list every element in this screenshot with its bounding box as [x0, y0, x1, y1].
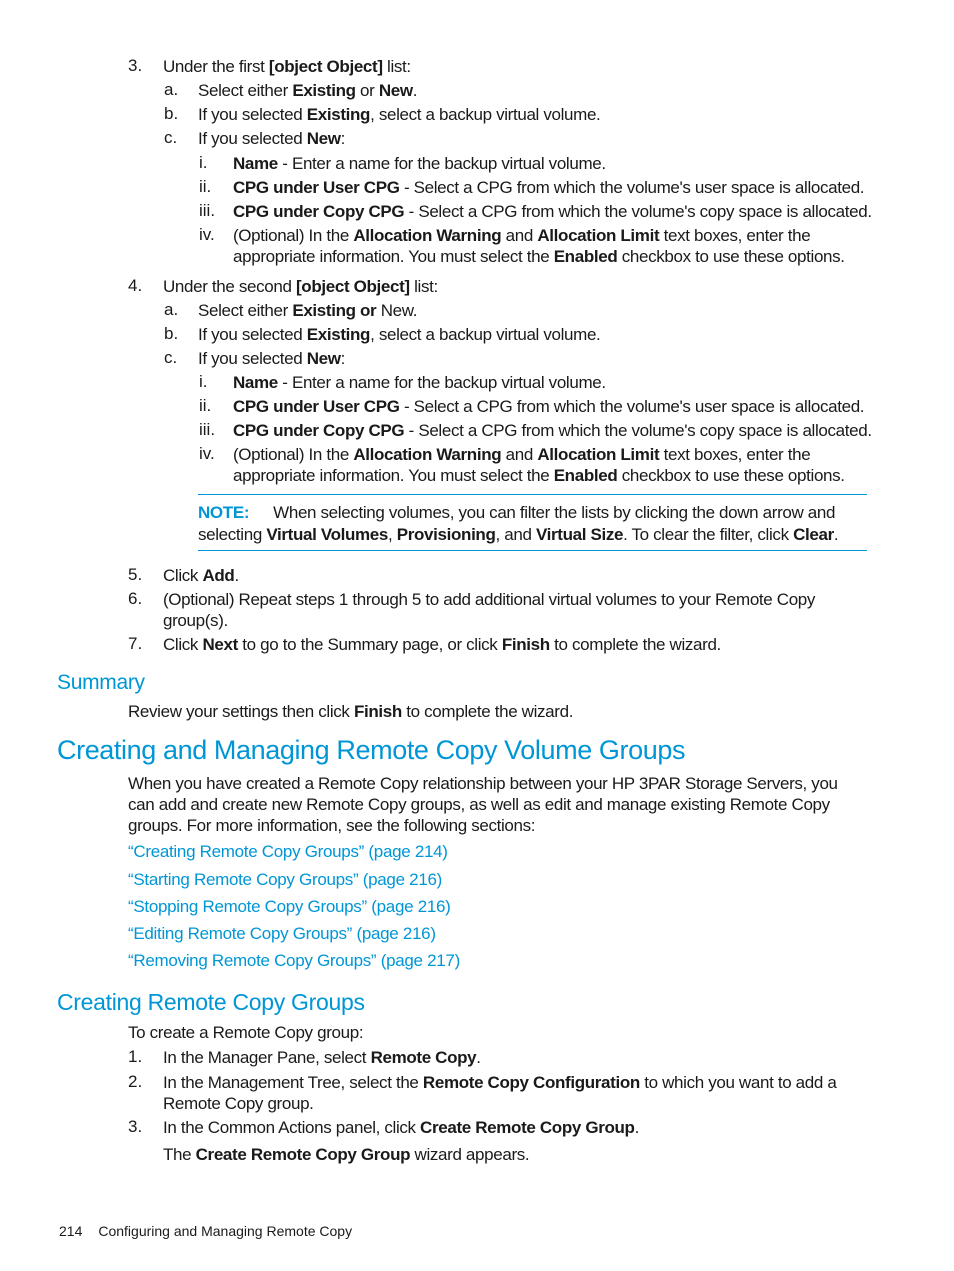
substep-roman: ii. [199, 396, 212, 415]
step-number: 5. [128, 565, 143, 584]
document-page: 3. Under the first [object Object] list:… [0, 0, 954, 1271]
link-stopping-remote-copy-groups[interactable]: “Stopping Remote Copy Groups” (page 216) [128, 897, 451, 917]
step-number: 2. [128, 1072, 143, 1091]
step-4ci-text: Name - Enter a name for the backup virtu… [233, 373, 606, 392]
create-step-2-text: In the Management Tree, select the Remot… [163, 1073, 837, 1092]
create-step-3-result: The Create Remote Copy Group wizard appe… [163, 1145, 530, 1164]
step-number: 4. [128, 276, 143, 295]
step-3-text: Under the first [object Object] list: [163, 57, 411, 76]
step-4civ-text: (Optional) In the Allocation Warning and… [233, 445, 811, 464]
step-4b-text: If you selected Existing, select a backu… [198, 325, 601, 344]
substep-roman: ii. [199, 177, 212, 196]
substep-letter: c. [164, 128, 178, 147]
step-3ci-text: Name - Enter a name for the backup virtu… [233, 154, 606, 173]
substep-roman: iv. [199, 225, 215, 244]
substep-roman: iii. [199, 420, 216, 439]
page-number: 214 [59, 1223, 83, 1239]
step-5-text: Click Add. [163, 566, 239, 585]
section-paragraph-line: groups. For more information, see the fo… [128, 816, 536, 835]
section-heading: Creating and Managing Remote Copy Volume… [57, 735, 686, 765]
substep-roman: iv. [199, 444, 215, 463]
step-number: 3. [128, 56, 143, 75]
note-line-2: selecting Virtual Volumes, Provisioning,… [198, 525, 839, 544]
create-step-3-text: In the Common Actions panel, click Creat… [163, 1118, 639, 1137]
subsection-intro: To create a Remote Copy group: [128, 1023, 364, 1042]
step-4a-text: Select either Existing or New. [198, 301, 418, 320]
step-3c-text: If you selected New: [198, 129, 346, 148]
link-removing-remote-copy-groups[interactable]: “Removing Remote Copy Groups” (page 217) [128, 951, 460, 971]
note-line-1: NOTE: When selecting volumes, you can fil… [198, 503, 836, 522]
substep-letter: a. [164, 300, 179, 319]
note-box: NOTE: When selecting volumes, you can fil… [198, 494, 867, 551]
link-starting-remote-copy-groups[interactable]: “Starting Remote Copy Groups” (page 216) [128, 870, 442, 890]
step-3a-text: Select either Existing or New. [198, 81, 418, 100]
substep-roman: i. [199, 153, 208, 172]
step-6-text-cont: group(s). [163, 611, 228, 630]
create-step-1-text: In the Manager Pane, select Remote Copy. [163, 1048, 481, 1067]
substep-letter: a. [164, 80, 179, 99]
substep-roman: iii. [199, 201, 216, 220]
summary-heading: Summary [57, 671, 145, 694]
step-4cii-text: CPG under User CPG - Select a CPG from w… [233, 397, 865, 416]
step-7-text: Click Next to go to the Summary page, or… [163, 635, 721, 654]
subsection-heading: Creating Remote Copy Groups [57, 989, 365, 1015]
link-editing-remote-copy-groups[interactable]: “Editing Remote Copy Groups” (page 216) [128, 924, 436, 944]
step-3ciii-text: CPG under Copy CPG - Select a CPG from w… [233, 202, 872, 221]
create-step-2-text-cont: Remote Copy group. [163, 1094, 314, 1113]
link-creating-remote-copy-groups[interactable]: “Creating Remote Copy Groups” (page 214) [128, 842, 448, 862]
step-4-text: Under the second [object Object] list: [163, 277, 438, 296]
substep-letter: b. [164, 104, 179, 123]
step-3b-text: If you selected Existing, select a backu… [198, 105, 601, 124]
step-3cii-text: CPG under User CPG - Select a CPG from w… [233, 178, 865, 197]
step-4c-text: If you selected New: [198, 349, 346, 368]
step-number: 1. [128, 1047, 143, 1066]
step-number: 6. [128, 589, 143, 608]
step-4civ-text-cont: appropriate information. You must select… [233, 466, 845, 485]
step-6-text: (Optional) Repeat steps 1 through 5 to a… [163, 590, 816, 609]
step-3civ-text: (Optional) In the Allocation Warning and… [233, 226, 811, 245]
substep-letter: c. [164, 348, 178, 367]
step-4ciii-text: CPG under Copy CPG - Select a CPG from w… [233, 421, 872, 440]
note-label: NOTE: [198, 503, 250, 522]
step-3civ-text-cont: appropriate information. You must select… [233, 247, 845, 266]
step-number: 7. [128, 634, 143, 653]
section-paragraph-line: When you have created a Remote Copy rela… [128, 774, 838, 793]
substep-letter: b. [164, 324, 179, 343]
summary-text: Review your settings then click Finish t… [128, 702, 574, 721]
step-number: 3. [128, 1117, 143, 1136]
page-footer: 214 Configuring and Managing Remote Copy [59, 1223, 352, 1239]
chapter-title: Configuring and Managing Remote Copy [98, 1223, 353, 1239]
substep-roman: i. [199, 372, 208, 391]
section-paragraph-line: can add and create new Remote Copy group… [128, 795, 830, 814]
